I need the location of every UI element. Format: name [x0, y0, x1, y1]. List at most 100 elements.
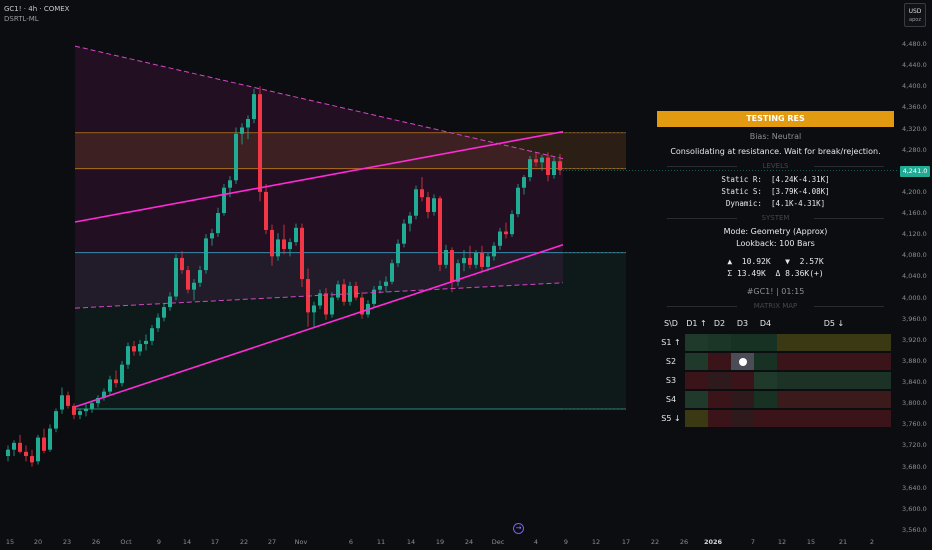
time-axis-label: 6 [348, 538, 354, 546]
candle-body [540, 157, 544, 163]
matrix-col-d4: D4 [759, 319, 772, 328]
candle-body [240, 127, 244, 134]
candle-body [378, 285, 382, 290]
matrix-row: S5 ↓ [657, 410, 894, 427]
candle-body [498, 231, 502, 246]
candle-body [354, 285, 358, 298]
price-axis-label: 3,880.0 [902, 356, 927, 365]
candle-body [444, 250, 448, 265]
matrix-row-label: S3 [665, 376, 677, 385]
candle-body [222, 187, 226, 214]
price-axis-label: 4,040.0 [902, 272, 927, 281]
candle-body [174, 257, 178, 297]
current-position-dot [738, 357, 747, 366]
candle-body [36, 437, 40, 462]
candle-body [24, 451, 28, 457]
resistance-zone [75, 132, 626, 169]
time-axis-label: 21 [838, 538, 848, 546]
candle-body [510, 214, 514, 235]
price-axis-label: 4,120.0 [902, 230, 927, 239]
candle-body [342, 284, 346, 302]
matrix-col-d3: D3 [736, 319, 749, 328]
chart-legend: GC1! · 4h · COMEX DSRTL-ML [4, 4, 69, 24]
candle-body [150, 328, 154, 341]
matrix-row-label: S4 [665, 395, 677, 404]
stats-line-2: Σ 13.49K Δ 8.36K(+) [727, 269, 824, 278]
candle-body [522, 177, 526, 188]
candle-body [198, 270, 202, 283]
matrix-cell [685, 410, 708, 427]
candle-body [264, 191, 268, 230]
time-axis-label: 15 [806, 538, 816, 546]
candle-body [216, 213, 220, 234]
candle-body [156, 317, 160, 329]
candle-body [372, 289, 376, 304]
matrix-col-d1: D1 ↑ [686, 319, 707, 328]
candle-body [120, 364, 124, 384]
matrix-row: S4 [657, 391, 894, 408]
levels-title: LEVELS [657, 160, 894, 172]
matrix-cell-current [731, 353, 754, 370]
time-axis-label: 15 [5, 538, 15, 546]
candle-body [180, 257, 184, 271]
candle-body [426, 197, 430, 212]
price-axis-label: 4,320.0 [902, 124, 927, 133]
time-axis-label: 12 [591, 538, 601, 546]
go-to-realtime-button[interactable]: → [513, 523, 524, 534]
candle-body [432, 198, 436, 212]
message-text: Consolidating at resistance. Wait for br… [670, 147, 881, 156]
time-axis-label: 27 [267, 538, 277, 546]
candle-body [414, 189, 418, 216]
candle-body [42, 437, 46, 451]
time-axis-label: 23 [62, 538, 72, 546]
candle-body [516, 187, 520, 215]
lookback-text: Lookback: 100 Bars [736, 239, 815, 248]
static-r: Static R: [4.24K-4.31K] [721, 175, 830, 184]
candle-body [66, 395, 70, 406]
candle-body [210, 233, 214, 239]
time-axis-label: 2026 [703, 538, 723, 546]
matrix-cell [685, 334, 708, 351]
time-axis-label: 24 [464, 538, 474, 546]
candle-body [324, 293, 328, 315]
candle-body [486, 256, 490, 267]
price-axis-label: 4,200.0 [902, 187, 927, 196]
matrix-col-d2: D2 [713, 319, 726, 328]
candle-body [204, 238, 208, 271]
time-axis-label: 17 [621, 538, 631, 546]
time-axis-label: 14 [182, 538, 192, 546]
candle-body [48, 428, 52, 450]
time-axis-label: 26 [679, 538, 689, 546]
candle-body [114, 379, 118, 384]
matrix-cell [731, 372, 754, 389]
candle-body [330, 297, 334, 315]
candle-body [192, 282, 196, 290]
candle-body [84, 408, 88, 412]
candle-body [234, 133, 238, 181]
matrix-cell [708, 334, 731, 351]
static-s: Static S: [3.79K-4.08K] [721, 187, 830, 196]
candle-body [246, 119, 250, 128]
price-axis-label: 3,840.0 [902, 378, 927, 387]
price-axis-label: 4,280.0 [902, 145, 927, 154]
matrix-cell [777, 334, 891, 351]
candle-body [336, 284, 340, 298]
price-axis-label: 3,680.0 [902, 462, 927, 471]
candle-body [186, 270, 190, 290]
matrix-cell [777, 391, 891, 408]
dynamic-level: Dynamic: [4.1K-4.31K] [725, 199, 826, 208]
candle-body [312, 305, 316, 313]
system-title: SYSTEM [657, 212, 894, 224]
candle-body [60, 395, 64, 410]
candle-body [474, 252, 478, 265]
price-axis-label: 4,080.0 [902, 251, 927, 260]
candle-body [408, 215, 412, 224]
price-axis-label: 4,480.0 [902, 40, 927, 48]
candle-body [402, 223, 406, 244]
time-axis-label: 20 [33, 538, 43, 546]
candle-body [6, 449, 10, 457]
candle-body [294, 227, 298, 243]
matrix-row-label: S2 [665, 357, 677, 366]
candle-body [126, 346, 130, 365]
currency-selector[interactable]: USD apoz [904, 3, 926, 27]
